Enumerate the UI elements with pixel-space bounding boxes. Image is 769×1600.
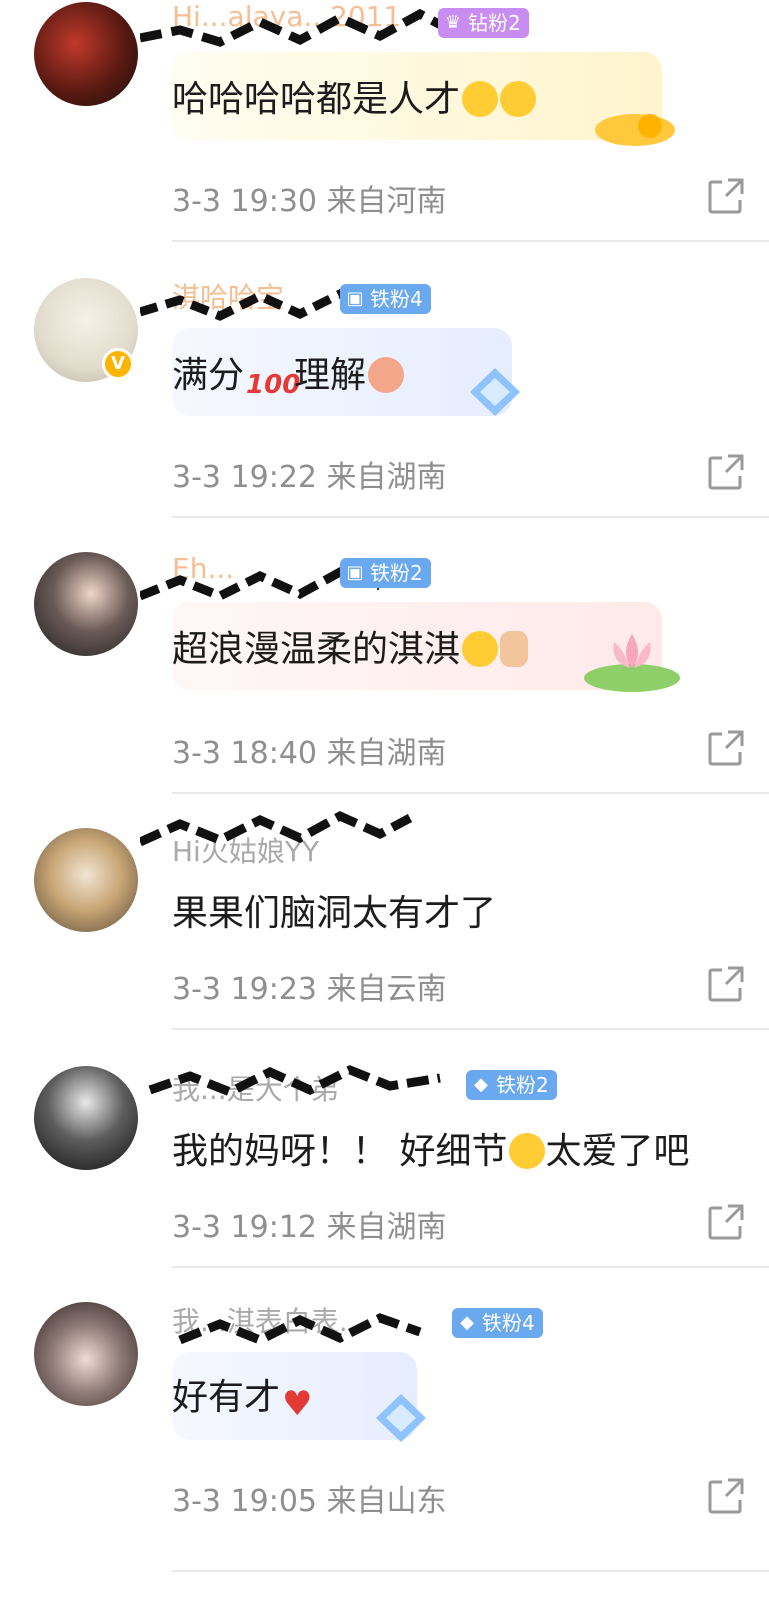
- grin-emoji-icon: [500, 81, 537, 117]
- blush-emoji-icon: [462, 631, 499, 667]
- comment-text: 好有才♥: [172, 1368, 318, 1422]
- comment-text: 哈哈哈哈都是人才: [172, 70, 537, 122]
- redaction-scribble: [148, 1065, 441, 1097]
- red-heart-emoji-icon: ♥: [282, 1384, 313, 1424]
- share-icon[interactable]: [706, 452, 746, 492]
- share-icon[interactable]: [706, 1202, 746, 1242]
- avatar[interactable]: [34, 1066, 138, 1170]
- crown-icon: ♛: [444, 12, 462, 33]
- diamond-icon: ◆: [460, 1312, 474, 1333]
- verified-badge-icon: V: [102, 348, 134, 380]
- fan-badge[interactable]: ◆ 铁粉2: [466, 1070, 557, 1100]
- comment-text: 果果们脑洞太有才了: [172, 893, 497, 934]
- diamond-decoration: [470, 368, 520, 416]
- comment-text: 超浪漫温柔的淇淇: [172, 620, 529, 672]
- divider: [172, 1570, 769, 1572]
- share-icon[interactable]: [706, 728, 746, 768]
- redaction-scribble: [140, 810, 413, 847]
- diamond-icon: ◆: [474, 1074, 488, 1095]
- lotus-decoration: [584, 634, 680, 692]
- fan-badge[interactable]: ♛ 钻粉2: [438, 8, 529, 38]
- divider: [172, 240, 769, 242]
- share-icon[interactable]: [706, 176, 746, 216]
- comment-text: 满分100理解: [172, 346, 405, 406]
- avatar[interactable]: [34, 2, 138, 106]
- comment-text: 我的妈呀！！ 好细节 太爱了吧: [172, 1131, 690, 1172]
- divider: [172, 1266, 769, 1268]
- hundred-points-emoji-icon: 100: [246, 370, 301, 400]
- comment-meta: 3-3 19:05 来自山东: [172, 1484, 447, 1519]
- comment-meta: 3-3 19:22 来自湖南: [172, 460, 447, 495]
- fan-badge[interactable]: ◆ 铁粉4: [452, 1308, 543, 1338]
- fan-badge[interactable]: ▣ 铁粉2: [340, 558, 431, 588]
- cartoon-emoji-icon: [368, 357, 405, 393]
- finger-heart-emoji-icon: [500, 631, 529, 667]
- comment-meta: 3-3 18:40 来自湖南: [172, 736, 447, 771]
- redaction-scribble: [140, 8, 453, 47]
- avatar[interactable]: [34, 552, 138, 656]
- share-icon[interactable]: [706, 1476, 746, 1516]
- divider: [172, 792, 769, 794]
- comment-meta: 3-3 19:23 来自云南: [172, 972, 447, 1007]
- avatar[interactable]: [34, 828, 138, 932]
- share-icon[interactable]: [706, 964, 746, 1004]
- avatar[interactable]: [34, 1302, 138, 1406]
- divider: [172, 516, 769, 518]
- fan-badge[interactable]: ▣ 铁粉4: [340, 284, 431, 314]
- iron-fan-icon: ▣: [346, 562, 364, 583]
- grin-emoji-icon: [462, 81, 499, 117]
- crying-emoji-icon: [509, 1133, 546, 1169]
- redaction-scribble: [178, 1313, 422, 1345]
- iron-fan-icon: ▣: [346, 288, 364, 309]
- comment-meta: 3-3 19:12 来自湖南: [172, 1210, 447, 1245]
- gold-coin-decoration: [595, 114, 675, 146]
- comment-meta: 3-3 19:30 来自河南: [172, 184, 447, 219]
- divider: [172, 1028, 769, 1030]
- diamond-decoration: [376, 1394, 426, 1442]
